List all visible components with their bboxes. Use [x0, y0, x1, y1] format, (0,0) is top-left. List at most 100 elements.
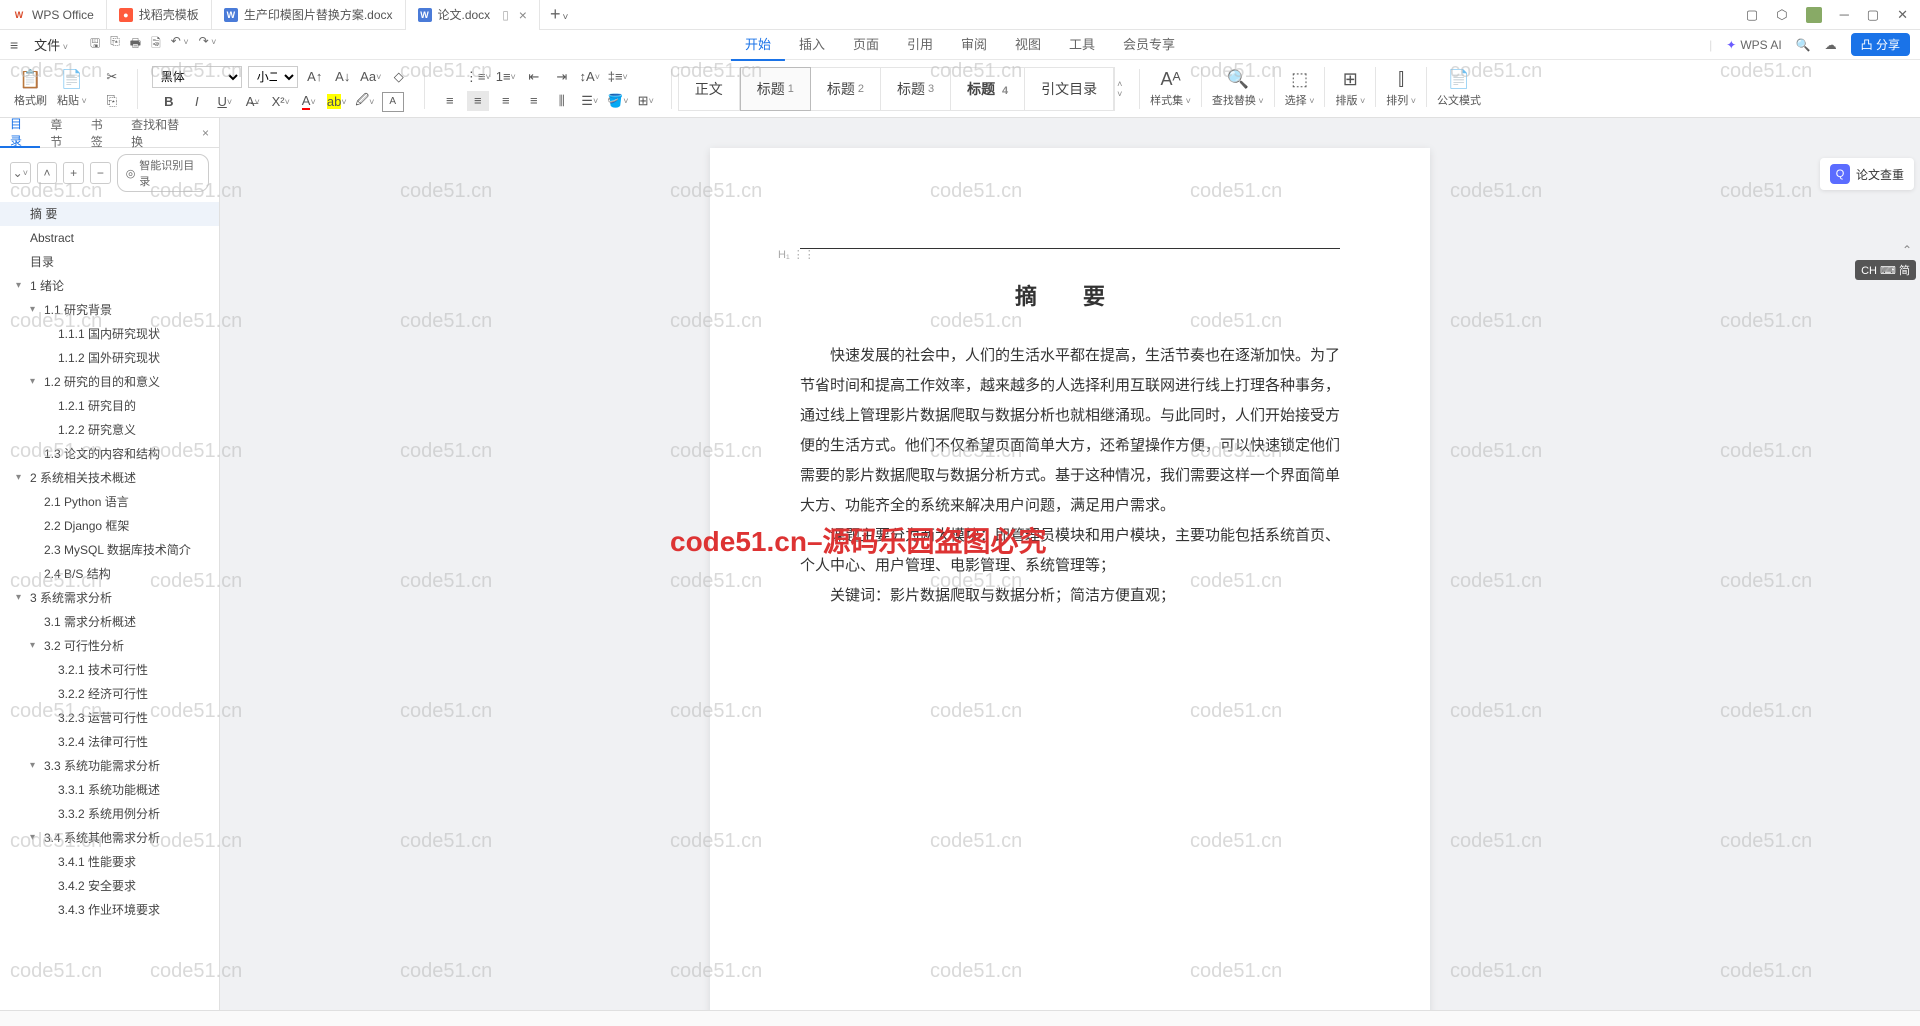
minimize-icon[interactable]: ─	[1840, 7, 1849, 23]
style-gallery-more[interactable]: ˄˅	[1117, 79, 1133, 99]
toc-item[interactable]: 3.2.4 法律可行性	[0, 730, 219, 754]
ribbon-查找替换[interactable]: 🔍查找替换	[1208, 67, 1268, 110]
toc-item[interactable]: ▾3 系统需求分析	[0, 586, 219, 610]
print-preview-icon[interactable]: 🗟	[151, 34, 161, 55]
export-icon[interactable]: ⎘	[110, 34, 120, 55]
document-area[interactable]: ⌃ H₁ ⋮⋮ 摘 要 快速发展的社会中，人们的生活水平都在提高，生活节奏也在逐…	[220, 118, 1920, 1010]
paste-button[interactable]: 📄粘贴	[53, 67, 91, 110]
justify-icon[interactable]: ≡	[523, 91, 545, 111]
avatar-icon[interactable]	[1806, 7, 1822, 23]
style-标题1[interactable]: 标题 1	[740, 67, 811, 111]
style-引文目录[interactable]: 引文目录	[1025, 67, 1114, 111]
style-标题3[interactable]: 标题 3	[881, 67, 951, 111]
toc-add-button[interactable]: +	[63, 162, 84, 184]
toc-item[interactable]: ▾3.2 可行性分析	[0, 634, 219, 658]
copy-icon[interactable]: ⎘	[101, 91, 123, 111]
toc-remove-button[interactable]: −	[90, 162, 111, 184]
ribbon-tab-工具[interactable]: 工具	[1055, 28, 1109, 61]
tab-split-icon[interactable]: ▯	[502, 8, 509, 22]
save-icon[interactable]: 🖫	[90, 34, 100, 55]
change-case-icon[interactable]: Aa	[360, 67, 382, 87]
toc-item[interactable]: 3.4.2 安全要求	[0, 874, 219, 898]
share-button[interactable]: 凸 分享	[1851, 33, 1910, 56]
undo-button[interactable]: ↶	[171, 34, 189, 55]
phonetic-icon[interactable]: A	[382, 92, 404, 112]
toc-item[interactable]: 1.2.2 研究意义	[0, 418, 219, 442]
toc-item[interactable]: 目录	[0, 250, 219, 274]
decrease-font-icon[interactable]: A↓	[332, 67, 354, 87]
toc-item[interactable]: 2.1 Python 语言	[0, 490, 219, 514]
cloud-icon[interactable]: ☁	[1825, 38, 1837, 52]
side-tab-查找和替换[interactable]: 查找和替换	[121, 118, 192, 148]
increase-font-icon[interactable]: A↑	[304, 67, 326, 87]
toc-item[interactable]: 2.3 MySQL 数据库技术简介	[0, 538, 219, 562]
new-tab-button[interactable]: +˅	[540, 4, 578, 25]
toc-item[interactable]: 2.4 B/S 结构	[0, 562, 219, 586]
toc-item[interactable]: 3.2.3 运营可行性	[0, 706, 219, 730]
format-painter-button[interactable]: 📋格式刷	[10, 67, 51, 110]
hamburger-icon[interactable]: ≡	[10, 37, 18, 53]
font-size-select[interactable]: 小二	[248, 66, 298, 88]
font-color-icon[interactable]: A	[298, 92, 320, 112]
toc-item[interactable]: ▾1.1 研究背景	[0, 298, 219, 322]
text-direction-icon[interactable]: ↕A	[579, 67, 601, 87]
ribbon-tab-插入[interactable]: 插入	[785, 28, 839, 61]
columns-icon[interactable]: ☰	[579, 91, 601, 111]
ribbon-公文模式[interactable]: 📄公文模式	[1433, 67, 1485, 110]
toc-item[interactable]: 3.2.1 技术可行性	[0, 658, 219, 682]
toc-item[interactable]: ▾1.2 研究的目的和意义	[0, 370, 219, 394]
ribbon-样式集[interactable]: Aᴬ样式集	[1146, 67, 1195, 110]
shading-icon[interactable]: 🖉	[354, 92, 376, 112]
window-restore-icon[interactable]: ▢	[1746, 7, 1758, 23]
ribbon-tab-审阅[interactable]: 审阅	[947, 28, 1001, 61]
bullets-icon[interactable]: ⋮≡	[467, 67, 489, 87]
toc-item[interactable]: 1.2.1 研究目的	[0, 394, 219, 418]
toc-item[interactable]: 3.3.1 系统功能概述	[0, 778, 219, 802]
tab-3[interactable]: W论文.docx▯×	[406, 0, 540, 30]
ribbon-tab-引用[interactable]: 引用	[893, 28, 947, 61]
increase-indent-icon[interactable]: ⇥	[551, 67, 573, 87]
side-tab-书签[interactable]: 书签	[81, 118, 121, 148]
side-tab-章节[interactable]: 章节	[40, 118, 80, 148]
strikethrough-icon[interactable]: A̶	[242, 92, 264, 112]
cube-icon[interactable]: ⬡	[1776, 7, 1787, 23]
tab-close-icon[interactable]: ×	[519, 7, 527, 23]
italic-icon[interactable]: I	[186, 92, 208, 112]
ribbon-tab-页面[interactable]: 页面	[839, 28, 893, 61]
tab-2[interactable]: W生产印模图片替换方案.docx	[212, 0, 406, 30]
cut-icon[interactable]: ✂	[101, 67, 123, 87]
align-left-icon[interactable]: ≡	[439, 91, 461, 111]
tab-1[interactable]: ●找稻壳模板	[107, 0, 212, 30]
ribbon-排版[interactable]: ⊞排版	[1331, 67, 1369, 110]
bold-icon[interactable]: B	[158, 92, 180, 112]
toc-item[interactable]: ▾3.3 系统功能需求分析	[0, 754, 219, 778]
toc-item[interactable]: ▾1 绪论	[0, 274, 219, 298]
toc-item[interactable]: 1.1.2 国外研究现状	[0, 346, 219, 370]
tab-0[interactable]: WWPS Office	[0, 0, 107, 30]
superscript-icon[interactable]: X²	[270, 92, 292, 112]
toc-item[interactable]: ▾2 系统相关技术概述	[0, 466, 219, 490]
borders-icon[interactable]: ⊞	[635, 91, 657, 111]
style-正文[interactable]: 正文	[679, 67, 740, 111]
fill-color-icon[interactable]: 🪣	[607, 91, 629, 111]
toc-item[interactable]: ▾3.4 系统其他需求分析	[0, 826, 219, 850]
ribbon-选择[interactable]: ⬚选择	[1281, 67, 1319, 110]
toc-item[interactable]: 3.2.2 经济可行性	[0, 682, 219, 706]
toc-item[interactable]: 1.3 论文的内容和结构	[0, 442, 219, 466]
paper-check-button[interactable]: Q 论文查重	[1820, 158, 1914, 190]
toc-item[interactable]: 1.1.1 国内研究现状	[0, 322, 219, 346]
ime-badge[interactable]: CH ⌨ 简	[1855, 260, 1916, 280]
toc-up-button[interactable]: ˄	[37, 162, 58, 184]
align-center-icon[interactable]: ≡	[467, 91, 489, 111]
maximize-icon[interactable]: ▢	[1867, 7, 1879, 23]
toc-item[interactable]: Abstract	[0, 226, 219, 250]
numbering-icon[interactable]: 1≡	[495, 67, 517, 87]
underline-icon[interactable]: U	[214, 92, 236, 112]
toc-item[interactable]: 3.1 需求分析概述	[0, 610, 219, 634]
print-icon[interactable]: 🖶	[130, 34, 141, 55]
side-tab-目录[interactable]: 目录	[0, 118, 40, 148]
search-icon[interactable]: 🔍	[1796, 38, 1811, 52]
style-标题4[interactable]: 标题 4	[951, 67, 1025, 111]
line-spacing-icon[interactable]: ‡≡	[607, 67, 629, 87]
highlight-icon[interactable]: ab	[326, 92, 348, 112]
